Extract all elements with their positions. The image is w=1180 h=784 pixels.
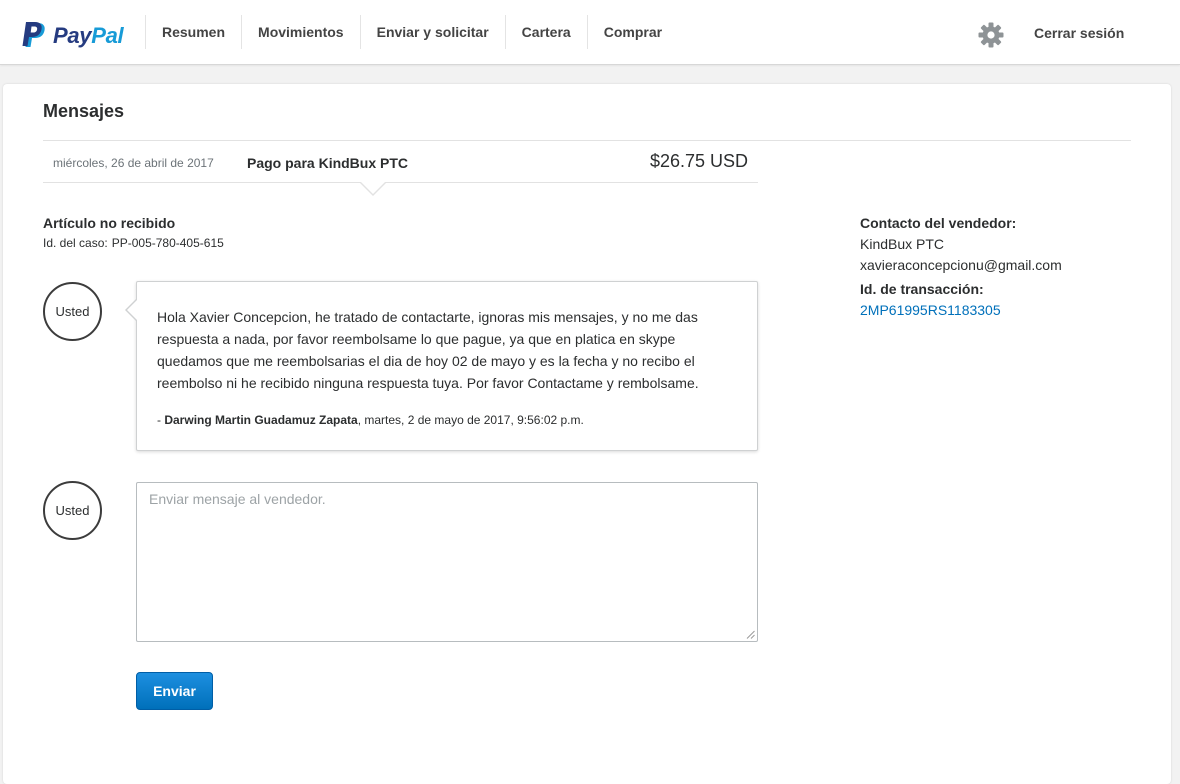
transaction-amount: $26.75 USD <box>649 151 748 171</box>
message-signature: - Darwing Martin Guadamuz Zapata, martes… <box>157 413 584 427</box>
send-button[interactable]: Enviar <box>136 672 213 710</box>
case-id: Id. del caso: PP-005-780-405-615 <box>43 236 224 250</box>
paypal-wordmark: PayPal <box>53 23 124 48</box>
nav-resumen[interactable]: Resumen <box>145 15 241 49</box>
bubble-arrow-fill <box>127 299 138 321</box>
nav-comprar[interactable]: Comprar <box>586 15 678 49</box>
seller-contact-label: Contacto del vendedor: <box>860 215 1017 231</box>
gear-icon[interactable] <box>978 22 1004 48</box>
message-timestamp: , martes, 2 de mayo de 2017, 9:56:02 p.m… <box>357 413 584 427</box>
seller-email: xavieraconcepcionu@gmail.com <box>860 257 1062 273</box>
message-bubble: Hola Xavier Concepcion, he tratado de co… <box>125 281 758 451</box>
messages-card: Mensajes miércoles, 26 de abril de 2017 … <box>3 84 1171 784</box>
nav-enviar-solicitar[interactable]: Enviar y solicitar <box>359 15 505 49</box>
message-input[interactable] <box>136 482 758 642</box>
avatar: Usted <box>43 481 102 540</box>
transaction-description: Pago para KindBux PTC <box>247 155 409 171</box>
resize-handle-icon[interactable] <box>746 630 755 639</box>
transaction-id-label: Id. de transacción: <box>860 281 984 297</box>
page-title: Mensajes <box>43 101 125 121</box>
message-text: Hola Xavier Concepcion, he tratado de co… <box>157 309 699 391</box>
transaction-date: miércoles, 26 de abril de 2017 <box>53 156 214 170</box>
caret-down-icon-fill <box>360 181 386 194</box>
case-id-label: Id. del caso: <box>43 236 108 250</box>
case-id-value: PP-005-780-405-615 <box>111 236 224 250</box>
top-navbar: PayPal Resumen Movimientos Enviar y soli… <box>0 0 1180 65</box>
nav-movimientos[interactable]: Movimientos <box>241 15 360 49</box>
logout-link[interactable]: Cerrar sesión <box>1034 25 1124 41</box>
seller-info-panel: Contacto del vendedor: KindBux PTC xavie… <box>860 215 1150 318</box>
transaction-summary[interactable]: miércoles, 26 de abril de 2017 Pago para… <box>43 141 758 183</box>
message-author: Darwing Martin Guadamuz Zapata <box>164 413 358 427</box>
nav-cartera[interactable]: Cartera <box>504 15 587 49</box>
case-title: Artículo no recibido <box>43 215 176 231</box>
avatar: Usted <box>43 282 102 341</box>
seller-name: KindBux PTC <box>860 236 945 252</box>
paypal-logo[interactable]: PayPal <box>22 22 124 50</box>
paypal-p-icon <box>22 22 45 47</box>
transaction-id-link[interactable]: 2MP61995RS1183305 <box>860 302 1150 318</box>
avatar-label: Usted <box>55 503 90 518</box>
main-nav: Resumen Movimientos Enviar y solicitar C… <box>145 15 678 49</box>
avatar-label: Usted <box>55 304 90 319</box>
